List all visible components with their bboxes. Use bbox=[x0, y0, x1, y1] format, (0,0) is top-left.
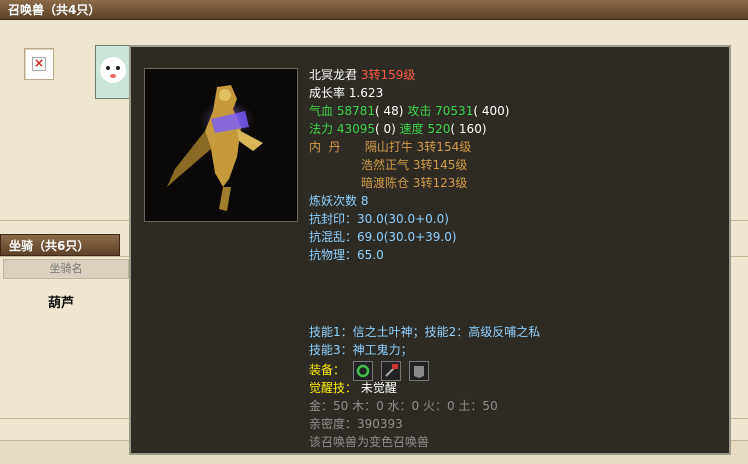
variant-note: 该召唤兽为变色召唤兽 bbox=[309, 435, 430, 449]
tab-mounts[interactable]: 坐骑（共6只） bbox=[0, 234, 120, 256]
hp-bonus: ( 48) bbox=[375, 104, 404, 118]
growth-value: 1.623 bbox=[348, 86, 384, 100]
dan-name: 浩然正气 bbox=[361, 158, 410, 172]
mount-name-column-header: 坐骑名 bbox=[3, 259, 129, 279]
mp-spd-line: 法力 43095( 0) 速度 520( 160) bbox=[309, 120, 487, 138]
mount-name-header-label: 坐骑名 bbox=[49, 262, 83, 275]
dan-level: 3转154级 bbox=[416, 140, 472, 154]
growth-line: 成长率 1.623 bbox=[309, 84, 383, 102]
refine-line: 炼妖次数 8 bbox=[309, 192, 368, 210]
summon-level: 3转159级 bbox=[360, 68, 416, 82]
resist-chaos: 抗混乱：69.0(30.0+39.0) bbox=[309, 230, 457, 244]
awaken-label: 觉醒技： bbox=[309, 381, 358, 395]
hp-value: 58781 bbox=[336, 104, 376, 118]
growth-label: 成长率 bbox=[309, 86, 346, 100]
dan-line-3: 暗渡陈仓 3转123级 bbox=[361, 174, 467, 192]
dan-level: 3转145级 bbox=[412, 158, 468, 172]
skills-line-2: 技能3：神工鬼力； bbox=[309, 343, 413, 357]
equipment-line: 装备： bbox=[309, 359, 429, 381]
atk-bonus: ( 400) bbox=[473, 104, 510, 118]
spd-bonus: ( 160) bbox=[450, 122, 487, 136]
spd-label: 速度 bbox=[399, 122, 424, 136]
dragon-lord-portrait-icon bbox=[145, 69, 297, 221]
empty-slot[interactable]: × bbox=[24, 48, 54, 80]
summon-name: 北冥龙君 bbox=[309, 68, 358, 82]
dan-name: 隔山打牛 bbox=[364, 140, 413, 154]
atk-label: 攻击 bbox=[407, 104, 432, 118]
dan-line-1: 内 丹 隔山打牛 3转154级 bbox=[309, 138, 471, 156]
summon-avatar[interactable] bbox=[95, 45, 131, 99]
dan-label: 内 丹 bbox=[309, 140, 341, 154]
dan-level: 3转123级 bbox=[412, 176, 468, 190]
awaken-line: 觉醒技： 未觉醒 bbox=[309, 379, 397, 397]
mp-label: 法力 bbox=[309, 122, 334, 136]
atk-value: 70531 bbox=[435, 104, 474, 118]
mount-row[interactable]: 葫芦 bbox=[48, 292, 74, 311]
summon-tooltip: 北冥龙君 3转159级 成长率 1.623 气血 58781( 48) 攻击 7… bbox=[129, 45, 731, 455]
mount-name-label: 葫芦 bbox=[48, 296, 75, 311]
resist-seal: 抗封印：30.0(30.0+0.0) bbox=[309, 212, 449, 226]
mp-bonus: ( 0) bbox=[375, 122, 396, 136]
summon-portrait bbox=[144, 68, 298, 222]
refine-value: 8 bbox=[360, 194, 369, 208]
resist-physical: 抗物理：65.0 bbox=[309, 248, 384, 262]
hp-atk-line: 气血 58781( 48) 攻击 70531( 400) bbox=[309, 102, 509, 120]
summon-bar-title: 召唤兽（共4只） bbox=[8, 3, 101, 17]
mp-value: 43095 bbox=[336, 122, 376, 136]
spd-value: 520 bbox=[427, 122, 451, 136]
equip-label: 装备： bbox=[309, 363, 346, 377]
skills-line-1: 技能1：信之土叶神；技能2：高级反哺之私 bbox=[309, 325, 541, 339]
equip-ring-icon[interactable] bbox=[352, 360, 373, 381]
dan-line-2: 浩然正气 3转145级 bbox=[361, 156, 467, 174]
pet-portrait-icon bbox=[100, 57, 126, 83]
broken-image-icon: × bbox=[32, 56, 46, 71]
dan-name: 暗渡陈仓 bbox=[361, 176, 410, 190]
awaken-value: 未觉醒 bbox=[360, 381, 397, 395]
summon-header-bar: 召唤兽（共4只） bbox=[0, 0, 748, 20]
intimacy-line: 亲密度：390393 bbox=[309, 417, 403, 431]
mount-tab-title: 坐骑（共6只） bbox=[9, 239, 90, 253]
equip-hammer-icon[interactable] bbox=[380, 360, 401, 381]
equip-armor-icon[interactable] bbox=[408, 360, 429, 381]
refine-label: 炼妖次数 bbox=[309, 194, 358, 208]
elements-line: 金：50 木：0 水：0 火：0 土：50 bbox=[309, 399, 498, 413]
name-line: 北冥龙君 3转159级 bbox=[309, 66, 415, 84]
hp-label: 气血 bbox=[309, 104, 334, 118]
